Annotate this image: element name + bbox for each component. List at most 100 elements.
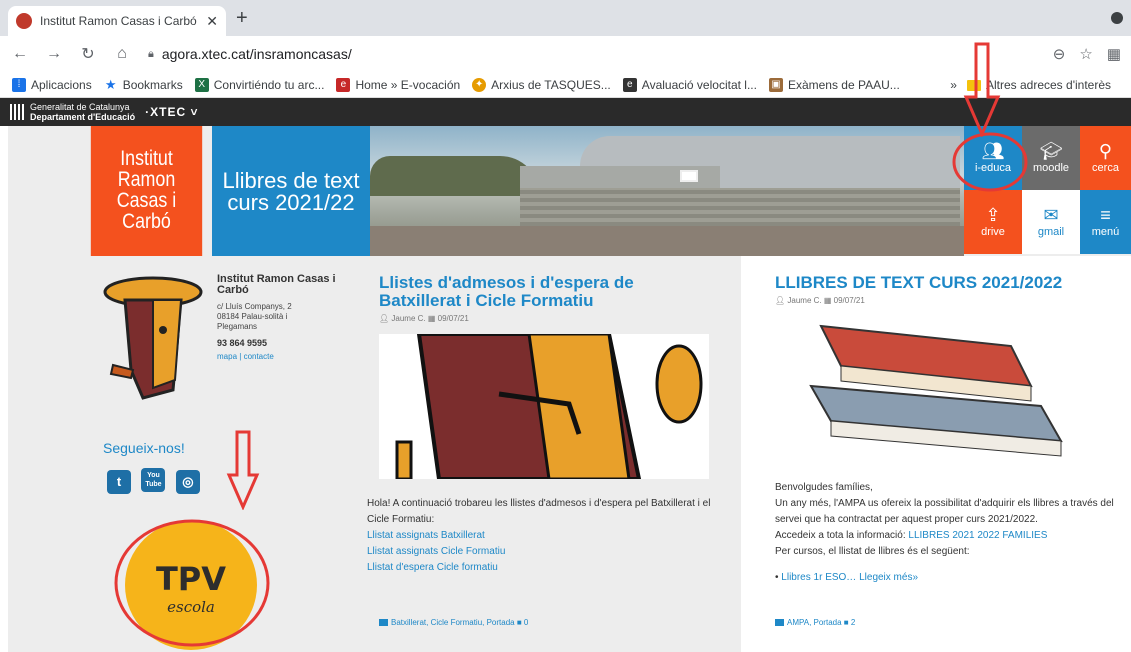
bookmark-star-icon[interactable]: ☆ — [1079, 45, 1092, 63]
gencat-line1: Generalitat de Catalunya — [30, 102, 130, 112]
new-tab-button[interactable]: + — [236, 8, 248, 28]
gmail-tile[interactable]: ✉ gmail — [1022, 190, 1080, 254]
link-separator: | — [239, 352, 242, 361]
zoom-icon[interactable]: ⊖ — [1053, 45, 1066, 63]
post-card: LLIBRES DE TEXT CURS 2021/2022 👤︎ Jaume … — [741, 256, 1131, 652]
libres-label: Llibres de text curs 2021/22 — [222, 168, 360, 215]
cerca-tile[interactable]: ⚲ cerca — [1080, 126, 1131, 190]
twitter-icon[interactable]: t — [107, 470, 131, 494]
search-icon: ⚲ — [1098, 141, 1113, 161]
browser-tabstrip: Institut Ramon Casas i Carbó | Llib ✕ + — [0, 0, 1131, 36]
post-paragraph: Un any més, l'AMPA us ofereix la possibi… — [775, 498, 1114, 525]
annotation-arrow-top — [963, 42, 1001, 137]
calendar-icon: ▦ — [427, 314, 436, 323]
bookmark-item[interactable]: e Home » E-vocación — [336, 77, 460, 92]
post-author[interactable]: Jaume C. — [391, 314, 425, 323]
menu-icon: ≡ — [1100, 205, 1111, 225]
contact-link[interactable]: contacte — [244, 352, 274, 361]
post-title[interactable]: LLIBRES DE TEXT CURS 2021/2022 — [775, 274, 1115, 292]
comment-icon: ■ — [843, 618, 849, 627]
tab-title: Institut Ramon Casas i Carbó | Llib — [40, 14, 200, 28]
comment-count[interactable]: 2 — [851, 618, 855, 627]
address-bar[interactable]: 🔒︎ agora.xtec.cat/insramoncasas/ — [148, 40, 1048, 68]
bookmark-item[interactable]: ▣ Exàmens de PAAU... — [768, 77, 900, 92]
bookmark-item[interactable]: ✦ Arxius de TASQUES... — [472, 77, 611, 92]
post-intro: Hola! A continuació trobareu les llistes… — [367, 498, 711, 525]
post-image — [379, 334, 709, 479]
post-categories[interactable]: Batxillerat, Cicle Formatiu, Portada — [391, 618, 515, 627]
browser-tab[interactable]: Institut Ramon Casas i Carbó | Llib ✕ — [8, 6, 226, 36]
forward-arrow-icon[interactable]: → — [40, 45, 68, 63]
bookmark-item[interactable]: X Convirtiéndo tu arc... — [194, 77, 324, 92]
menu-tile[interactable]: ≡ menú — [1080, 190, 1131, 254]
post-categories[interactable]: AMPA, Portada — [787, 618, 842, 627]
post-date: 09/07/21 — [437, 314, 469, 323]
instagram-icon[interactable]: ◎ — [175, 470, 200, 494]
bookmark-item[interactable]: e Avaluació velocitat l... — [622, 77, 757, 92]
calendar-icon: ▦ — [823, 296, 832, 305]
address-line1: c/ Lluís Companys, 2 — [217, 302, 292, 311]
annotation-circle-tpv — [114, 519, 270, 647]
post-card: Llistes d'admesos i d'espera de Batxille… — [345, 256, 741, 652]
comment-icon: ■ — [516, 618, 522, 627]
back-arrow-icon[interactable]: ← — [6, 45, 34, 63]
site-favicon-icon — [16, 13, 32, 29]
address-line2: 08184 Palau-solità i Plegamans — [217, 312, 288, 331]
xtec-menu[interactable]: ·XTEC ˅ — [145, 105, 198, 119]
post-link[interactable]: Llistat assignats Batxillerat — [367, 528, 717, 544]
school-mascot-image — [103, 276, 203, 400]
post-paragraph: Per cursos, el llistat de llibres és el … — [775, 546, 970, 557]
post-greeting: Benvolgudes famílies, — [775, 482, 873, 493]
excel-icon: X — [194, 77, 209, 92]
gencat-line2: Departament d'Educació — [30, 112, 136, 122]
uni-icon: ▣ — [768, 77, 783, 92]
e-dark-icon: e — [622, 77, 637, 92]
profile-icon[interactable] — [1111, 12, 1123, 24]
comment-count[interactable]: 0 — [524, 618, 528, 627]
phone-number: 93 864 9595 — [217, 338, 268, 348]
shell-icon: ✦ — [472, 77, 487, 92]
libres-banner[interactable]: Llibres de text curs 2021/22 — [212, 126, 370, 256]
post-title[interactable]: Llistes d'admesos i d'espera de Batxille… — [379, 274, 709, 310]
lock-icon: 🔒︎ — [148, 47, 154, 60]
post-link[interactable]: Llistat d'espera Cicle formatiu — [367, 560, 717, 576]
folder-icon — [775, 619, 784, 627]
post-link[interactable]: Llistat assignats Cicle Formatiu — [367, 544, 717, 560]
post-link[interactable]: Llibres 1r ESO… — [781, 572, 856, 583]
school-name: Institut Ramon Casas i Carbó — [217, 273, 336, 296]
extensions-icon[interactable]: ▦ — [1107, 45, 1121, 63]
map-link[interactable]: mapa — [217, 352, 237, 361]
drive-tile[interactable]: ⇪ drive — [964, 190, 1022, 254]
header-photo — [370, 126, 964, 256]
url-text: agora.xtec.cat/insramoncasas/ — [161, 46, 352, 62]
reload-icon[interactable]: ↻ — [74, 44, 102, 64]
annotation-circle-ieduca — [952, 132, 1028, 192]
share-icon: ⇪ — [985, 205, 1001, 225]
e-icon: e — [336, 77, 351, 92]
close-tab-icon[interactable]: ✕ — [206, 13, 218, 30]
other-bookmarks[interactable]: Altres adreces d'interès — [986, 78, 1111, 92]
post-author[interactable]: Jaume C. — [787, 296, 821, 305]
moodle-tile[interactable]: 🎓︎ moodle — [1022, 126, 1080, 190]
folder-icon — [379, 619, 388, 627]
annotation-arrow-left — [226, 430, 260, 510]
more-bookmarks-button[interactable]: » — [950, 78, 957, 92]
post-paragraph: Accedeix a tota la informació: — [775, 530, 906, 541]
left-margin — [0, 126, 8, 652]
bookmark-item[interactable]: ⁞ Aplicacions — [12, 77, 92, 92]
post-image — [809, 324, 1063, 457]
read-more-link[interactable]: Llegeix més» — [859, 572, 918, 583]
apps-grid-icon: ⁞ — [12, 77, 26, 92]
institut-label: Institut Ramon Casas i Carbó — [116, 147, 177, 233]
youtube-icon[interactable]: You Tube — [141, 468, 166, 492]
post-date: 09/07/21 — [833, 296, 865, 305]
graduation-cap-icon: 🎓︎ — [1039, 141, 1063, 161]
bookmark-item[interactable]: ★ Bookmarks — [104, 76, 183, 92]
gencat-logo-icon — [10, 104, 24, 120]
post-link[interactable]: LLIBRES 2021 2022 FAMILIES — [908, 530, 1047, 541]
institut-logo-box[interactable]: Institut Ramon Casas i Carbó — [90, 126, 203, 256]
home-icon[interactable]: ⌂ — [108, 45, 136, 63]
star-icon: ★ — [104, 76, 117, 92]
user-icon: 👤︎ — [775, 296, 786, 305]
follow-heading: Segueix-nos! — [103, 440, 185, 456]
